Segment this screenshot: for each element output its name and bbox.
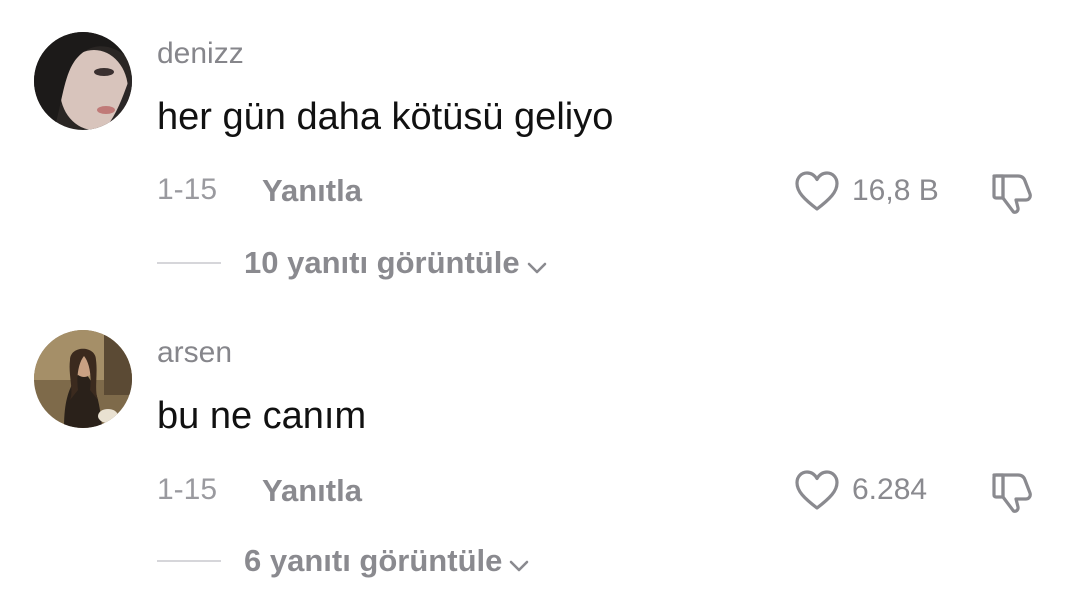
view-replies-label: 6 yanıtı görüntüle	[244, 543, 503, 578]
chevron-down-icon	[508, 547, 530, 578]
comment-date: 1-15	[157, 173, 218, 206]
view-replies-button[interactable]: 10 yanıtı görüntüle	[244, 247, 548, 280]
reply-button[interactable]: Yanıtla	[262, 475, 362, 506]
heart-outline-icon[interactable]	[794, 469, 840, 511]
thumbs-down-outline-icon[interactable]	[988, 168, 1036, 216]
heart-outline-icon[interactable]	[794, 170, 840, 212]
replies-divider	[157, 560, 221, 562]
avatar[interactable]	[34, 330, 132, 428]
thumbs-down-outline-icon[interactable]	[988, 467, 1036, 515]
like-count: 16,8 B	[852, 174, 939, 207]
avatar[interactable]	[34, 32, 132, 130]
view-replies-button[interactable]: 6 yanıtı görüntüle	[244, 545, 530, 578]
view-replies-label: 10 yanıtı görüntüle	[244, 245, 520, 280]
comment-text: her gün daha kötüsü geliyo	[157, 96, 614, 138]
comment-username[interactable]: arsen	[157, 338, 232, 368]
comment-text: bu ne canım	[157, 395, 367, 437]
comment-username[interactable]: denizz	[157, 39, 244, 69]
like-count: 6.284	[852, 473, 928, 506]
replies-divider	[157, 262, 221, 264]
chevron-down-icon	[526, 249, 548, 280]
reply-button[interactable]: Yanıtla	[262, 175, 362, 206]
comment-date: 1-15	[157, 473, 218, 506]
